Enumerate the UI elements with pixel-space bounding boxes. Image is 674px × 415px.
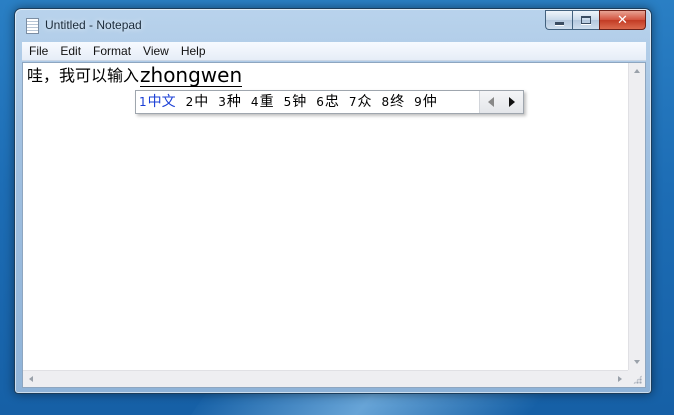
size-grip[interactable] xyxy=(628,370,645,387)
close-button[interactable]: ✕ xyxy=(599,10,646,30)
menu-view[interactable]: View xyxy=(137,42,175,61)
ime-candidate-window: 1中文 2中 3种 4重 5钟 6忠 7众 8终 9仲 xyxy=(135,90,524,114)
candidate-text: 仲 xyxy=(422,94,437,110)
typed-text: 哇，我可以输入 xyxy=(27,66,140,85)
menu-bar: File Edit Format View Help xyxy=(22,42,646,61)
candidate-number: 1 xyxy=(139,95,147,109)
scroll-left-icon[interactable] xyxy=(29,376,33,382)
candidate-text: 中文 xyxy=(147,94,176,110)
candidate-text: 众 xyxy=(357,94,372,110)
ime-candidate[interactable]: 8终 xyxy=(381,91,404,113)
ime-candidate[interactable]: 6忠 xyxy=(316,91,339,113)
ime-candidate[interactable]: 2中 xyxy=(186,91,209,113)
text-line: 哇，我可以输入 zhongwen xyxy=(27,63,243,87)
scroll-up-icon[interactable] xyxy=(634,69,640,73)
menu-file[interactable]: File xyxy=(23,42,54,61)
ime-next-page-button[interactable] xyxy=(504,93,520,111)
ime-composition-text: zhongwen xyxy=(140,63,243,87)
window-title: Untitled - Notepad xyxy=(45,18,142,32)
ime-prev-page-button[interactable] xyxy=(483,93,499,111)
minimize-button[interactable] xyxy=(545,10,572,30)
menu-help[interactable]: Help xyxy=(175,42,212,61)
ime-page-nav xyxy=(479,91,523,113)
candidate-number: 8 xyxy=(381,95,390,109)
candidate-text: 中 xyxy=(194,94,209,110)
candidate-text: 种 xyxy=(226,94,241,110)
candidate-text: 钟 xyxy=(292,94,307,110)
candidate-number: 2 xyxy=(185,95,194,109)
candidate-number: 9 xyxy=(414,95,422,109)
triangle-left-icon xyxy=(487,97,494,107)
candidate-number: 6 xyxy=(316,95,324,109)
triangle-right-icon xyxy=(509,97,516,107)
candidate-text: 重 xyxy=(259,94,274,110)
candidate-number: 7 xyxy=(348,95,357,109)
scroll-down-icon[interactable] xyxy=(634,360,640,364)
candidate-number: 5 xyxy=(283,95,292,109)
candidate-number: 4 xyxy=(250,95,259,109)
candidate-text: 终 xyxy=(390,94,405,110)
notepad-window: Untitled - Notepad ✕ File Edit Format Vi… xyxy=(14,8,652,394)
minimize-icon xyxy=(554,21,564,25)
menu-edit[interactable]: Edit xyxy=(54,42,87,61)
scroll-right-icon[interactable] xyxy=(618,376,622,382)
horizontal-scrollbar[interactable] xyxy=(23,370,628,387)
ime-candidate[interactable]: 5钟 xyxy=(284,91,307,113)
candidate-text: 忠 xyxy=(324,94,339,110)
close-icon: ✕ xyxy=(617,12,628,28)
maximize-button[interactable] xyxy=(572,10,599,30)
title-bar[interactable]: Untitled - Notepad ✕ xyxy=(15,9,651,42)
caption-buttons: ✕ xyxy=(545,10,646,30)
menu-format[interactable]: Format xyxy=(87,42,137,61)
size-grip-icon xyxy=(633,375,642,384)
ime-candidate[interactable]: 9仲 xyxy=(414,91,437,113)
maximize-icon xyxy=(581,16,591,24)
notepad-icon[interactable] xyxy=(26,18,39,34)
ime-candidate[interactable]: 1中文 xyxy=(139,91,176,113)
ime-candidate[interactable]: 4重 xyxy=(251,91,274,113)
vertical-scrollbar[interactable] xyxy=(628,63,645,370)
ime-candidate[interactable]: 3种 xyxy=(218,91,241,113)
ime-candidate[interactable]: 7众 xyxy=(349,91,372,113)
candidate-number: 3 xyxy=(218,95,226,109)
